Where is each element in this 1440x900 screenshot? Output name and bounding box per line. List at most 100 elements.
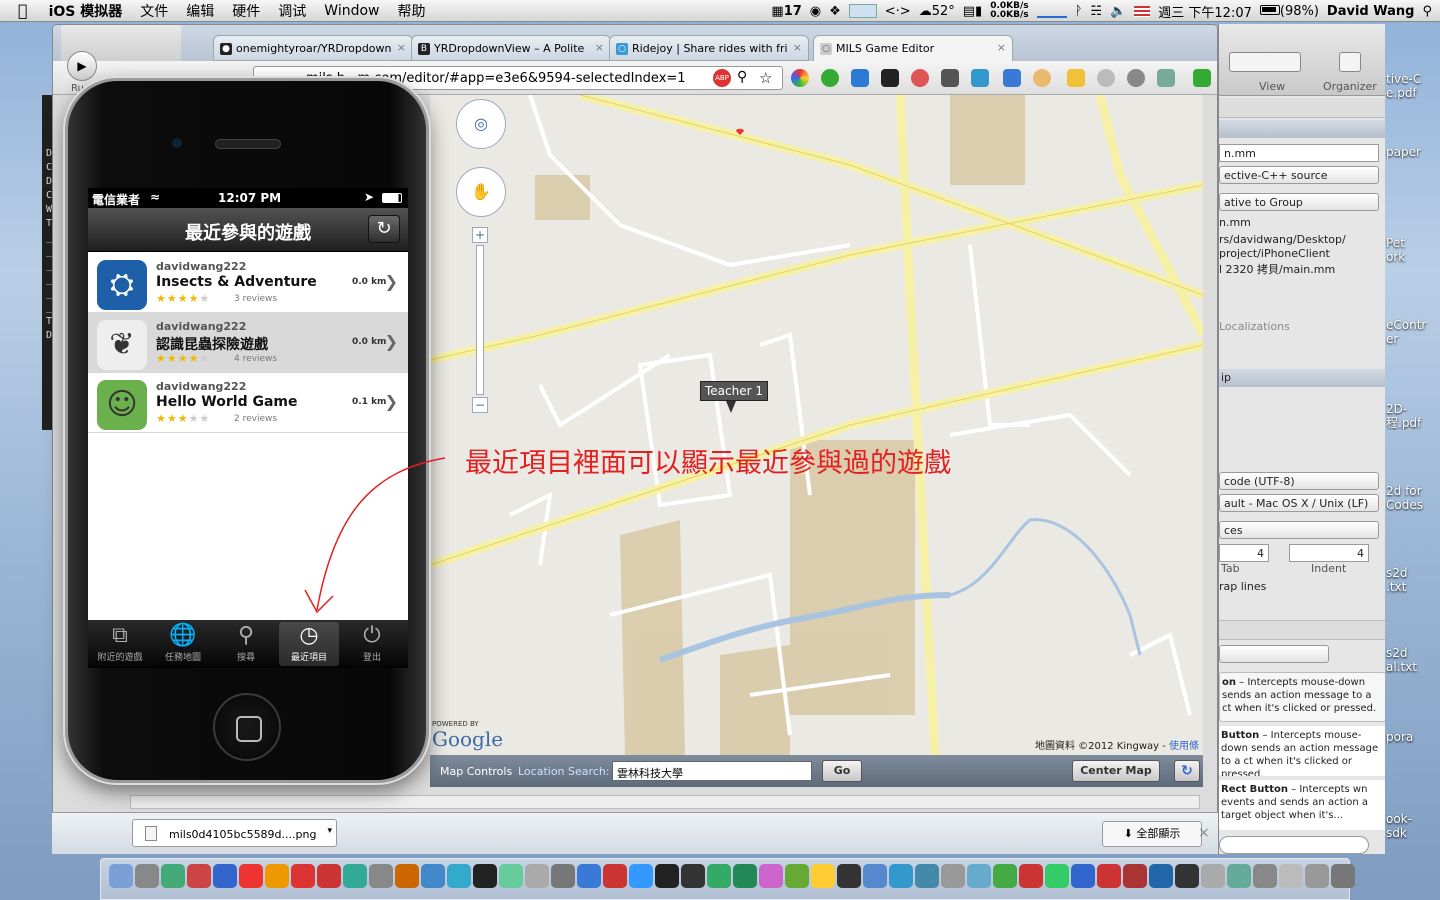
- refresh-icon[interactable]: ↻: [1174, 760, 1200, 782]
- dock-app-icon[interactable]: [265, 864, 289, 888]
- dock-app-icon[interactable]: [993, 864, 1017, 888]
- library-filter-select[interactable]: [1219, 645, 1329, 663]
- center-map-button[interactable]: Center Map: [1072, 760, 1160, 782]
- tab-yrdropdown-github[interactable]: ● onemightyroar/YRDropdown ×: [213, 35, 413, 61]
- adblock-icon[interactable]: ABP: [713, 69, 731, 87]
- indent-using-select[interactable]: ces: [1219, 521, 1379, 539]
- dock-app-icon[interactable]: [1123, 864, 1147, 888]
- zoom-slider[interactable]: [476, 245, 484, 395]
- activity-icon[interactable]: ▤▮: [963, 4, 982, 19]
- tab-globe[interactable]: 🌐 任務地圖: [153, 622, 213, 666]
- filename-field[interactable]: n.mm: [1219, 144, 1379, 162]
- ext-red-icon[interactable]: [911, 69, 929, 87]
- tab-width-field[interactable]: 4: [1219, 544, 1269, 562]
- tab-nearby[interactable]: ⧉ 附近的遊戲: [90, 622, 150, 666]
- dock-app-icon[interactable]: [187, 864, 211, 888]
- dock-app-icon[interactable]: [889, 864, 913, 888]
- dock-app-icon[interactable]: [733, 864, 757, 888]
- pan-control[interactable]: ◎: [456, 99, 506, 149]
- dock-app-icon[interactable]: [837, 864, 861, 888]
- dock-app-icon[interactable]: [473, 864, 497, 888]
- dock-app-icon[interactable]: [447, 864, 471, 888]
- close-icon[interactable]: ×: [793, 41, 802, 54]
- battery-icon[interactable]: (98%): [1259, 4, 1319, 19]
- desktop-file-icon[interactable]: eContr er: [1386, 318, 1440, 346]
- menu-debug[interactable]: 调试: [269, 1, 315, 21]
- close-icon[interactable]: ×: [1198, 825, 1210, 841]
- dock-app-icon[interactable]: [1097, 864, 1121, 888]
- library-item[interactable]: Button – Intercepts mouse-down sends an …: [1219, 726, 1385, 776]
- desktop-file-icon[interactable]: s2d .txt: [1386, 566, 1440, 594]
- dock-app-icon[interactable]: [863, 864, 887, 888]
- user-name[interactable]: David Wang: [1327, 4, 1415, 19]
- tab-clock[interactable]: ◷ 最近項目: [279, 622, 339, 666]
- dock-app-icon[interactable]: [681, 864, 705, 888]
- tab-ridejoy[interactable]: ○ Ridejoy | Share rides with fri ×: [609, 35, 809, 61]
- dock-app-icon[interactable]: [707, 864, 731, 888]
- text-encoding-select[interactable]: code (UTF-8): [1219, 472, 1379, 490]
- menu-window[interactable]: Window: [315, 3, 388, 19]
- ext-bug-icon[interactable]: [941, 69, 959, 87]
- tab-mils-game-editor[interactable]: ○ MILS Game Editor ×: [813, 35, 1013, 61]
- bluetooth-icon[interactable]: ᚹ: [1075, 4, 1083, 19]
- map-marker[interactable]: Teacher 1: [700, 381, 768, 401]
- dock-app-icon[interactable]: [395, 864, 419, 888]
- apple-menu-icon[interactable]: : [0, 1, 40, 20]
- view-segmented-control[interactable]: [1229, 52, 1301, 72]
- dock-app-icon[interactable]: [213, 864, 237, 888]
- gear-icon[interactable]: [1127, 69, 1145, 87]
- menu-hardware[interactable]: 硬件: [223, 1, 269, 21]
- chevron-down-icon[interactable]: ▾: [327, 826, 332, 836]
- dock-app-icon[interactable]: [1253, 864, 1277, 888]
- volume-icon[interactable]: 🔈: [1110, 4, 1126, 19]
- location-select[interactable]: ative to Group: [1219, 193, 1379, 211]
- map-canvas[interactable]: ◎ ✋ + − Teacher 1 最近項目裡面可以顯示最近參與過的遊戲 POW…: [430, 95, 1203, 755]
- dock-app-icon[interactable]: [421, 864, 445, 888]
- tab-yrdropdownview[interactable]: B YRDropdownView – A Polite ×: [411, 35, 611, 61]
- list-item[interactable]: ⛭ davidwang222 Insects & Adventure ★★★★★…: [88, 253, 408, 313]
- horizontal-scrollbar[interactable]: [130, 795, 1200, 809]
- tab-power[interactable]: ⏻ 登出: [342, 622, 402, 666]
- desktop-file-icon[interactable]: 2d for Codes: [1386, 484, 1440, 512]
- dock-app-icon[interactable]: [1305, 864, 1329, 888]
- close-icon[interactable]: ×: [397, 41, 406, 54]
- wifi-icon[interactable]: ☵: [1090, 4, 1102, 19]
- terms-link[interactable]: 使用條: [1169, 741, 1199, 752]
- dock-app-icon[interactable]: [1227, 864, 1251, 888]
- menu-edit[interactable]: 编辑: [177, 1, 223, 21]
- chrome-ext-icon[interactable]: [791, 69, 809, 87]
- organizer-icon[interactable]: [1339, 52, 1361, 72]
- dock-app-icon[interactable]: [1071, 864, 1095, 888]
- ext-dark-icon[interactable]: [881, 69, 899, 87]
- zoom-out-button[interactable]: −: [472, 397, 488, 413]
- dock-app-icon[interactable]: [551, 864, 575, 888]
- indent-width-field[interactable]: 4: [1289, 544, 1369, 562]
- dock-app-icon[interactable]: [1331, 864, 1355, 888]
- calendar-icon[interactable]: ▦17: [771, 4, 801, 19]
- dock-app-icon[interactable]: [1175, 864, 1199, 888]
- dock-app-icon[interactable]: [811, 864, 835, 888]
- dock-app-icon[interactable]: [499, 864, 523, 888]
- dock-app-icon[interactable]: [525, 864, 549, 888]
- refresh-button[interactable]: ↻: [368, 215, 400, 243]
- desktop-file-icon[interactable]: s2d al.txt: [1386, 646, 1440, 674]
- dock-app-icon[interactable]: [603, 864, 627, 888]
- download-item[interactable]: mils0d4105bc5589d....png ▾: [132, 819, 337, 847]
- dock-app-icon[interactable]: [369, 864, 393, 888]
- back-button[interactable]: ▶: [67, 51, 97, 81]
- desktop-file-icon[interactable]: Pet ork: [1386, 236, 1440, 264]
- close-icon[interactable]: ×: [595, 41, 604, 54]
- ext-puzzle-icon[interactable]: [971, 69, 989, 87]
- dock-app-icon[interactable]: [343, 864, 367, 888]
- dock-app-icon[interactable]: [785, 864, 809, 888]
- dock-app-icon[interactable]: [967, 864, 991, 888]
- list-item[interactable]: ❦ davidwang222 認識昆蟲探險遊戲 ★★★★★ 4 reviews …: [88, 313, 408, 373]
- wrap-lines-checkbox[interactable]: rap lines: [1219, 580, 1385, 593]
- dock-app-icon[interactable]: [577, 864, 601, 888]
- identity-section-header[interactable]: [1219, 120, 1385, 138]
- hand-control[interactable]: ✋: [456, 167, 506, 217]
- location-search-input[interactable]: 雲林科技大學: [612, 761, 812, 781]
- go-button[interactable]: Go: [822, 760, 862, 782]
- desktop-file-icon[interactable]: tive-C e.pdf: [1386, 72, 1440, 100]
- dock-app-icon[interactable]: [1019, 864, 1043, 888]
